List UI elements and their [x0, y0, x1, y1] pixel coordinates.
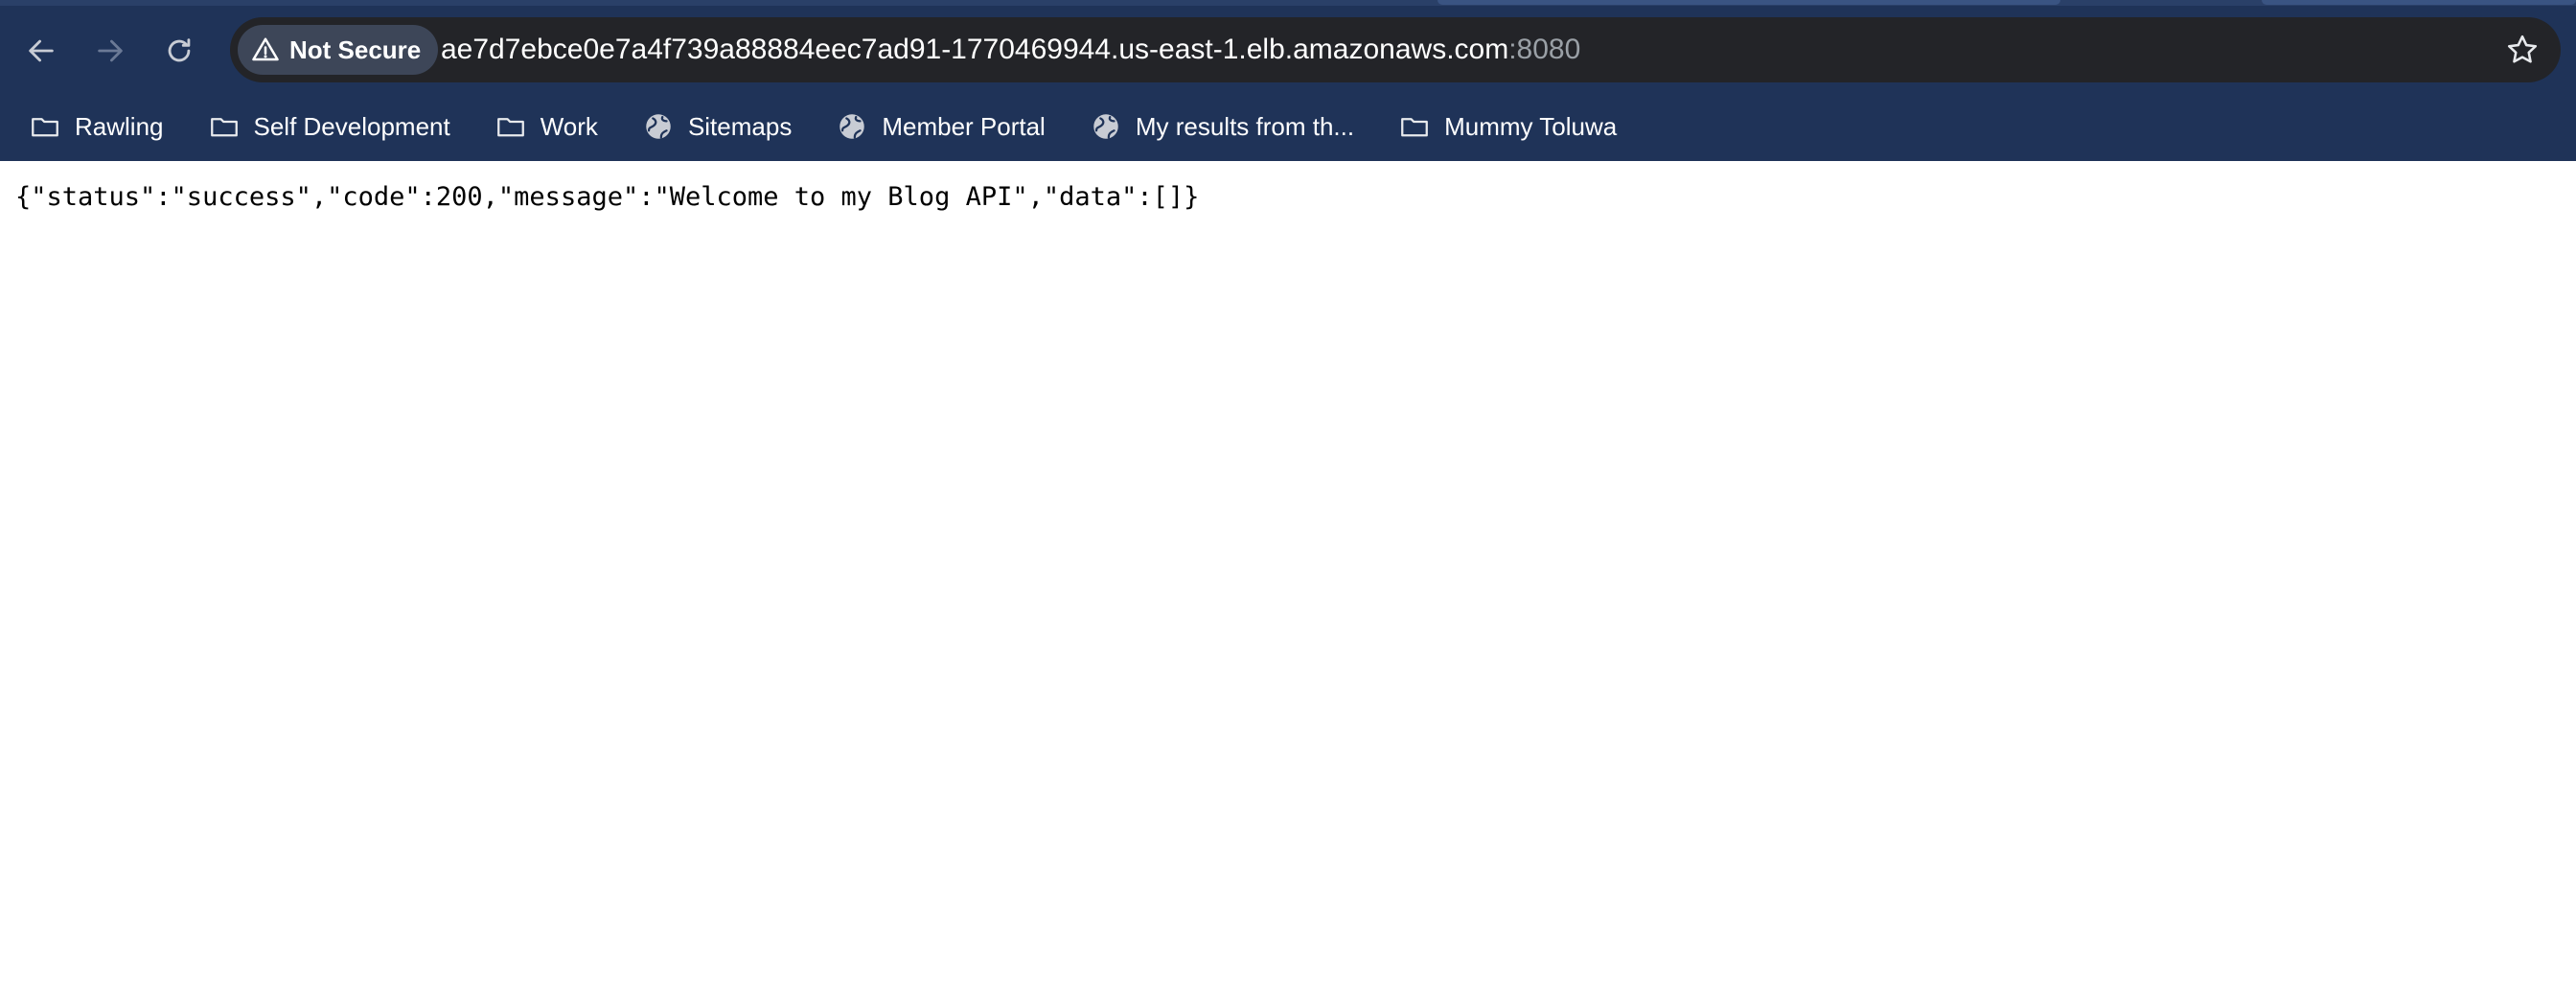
- bookmark-mummy-toluwa[interactable]: Mummy Toluwa: [1383, 102, 1632, 151]
- browser-chrome: Not Secure ae7d7ebce0e7a4f739a88884eec7a…: [0, 0, 2576, 161]
- bookmark-work[interactable]: Work: [479, 102, 613, 151]
- bookmark-label: My results from th...: [1135, 111, 1355, 141]
- reload-button[interactable]: [153, 25, 205, 77]
- globe-icon: [646, 114, 671, 139]
- arrow-left-icon: [29, 39, 54, 62]
- arrow-right-icon: [98, 39, 123, 62]
- url-host: ae7d7ebce0e7a4f739a88884eec7ad91-1770469…: [441, 34, 1509, 65]
- address-bar[interactable]: Not Secure ae7d7ebce0e7a4f739a88884eec7a…: [230, 17, 2561, 82]
- forward-button[interactable]: [84, 25, 136, 77]
- folder-icon: [1401, 118, 1428, 137]
- json-response-text: {"status":"success","code":200,"message"…: [15, 182, 1200, 212]
- back-button[interactable]: [15, 25, 67, 77]
- security-indicator[interactable]: Not Secure: [238, 25, 439, 75]
- page-content: {"status":"success","code":200,"message"…: [0, 161, 2576, 993]
- bookmark-label: Member Portal: [882, 111, 1046, 141]
- bookmarks-bar: Rawling Self Development Work Sitemaps M…: [0, 100, 2576, 153]
- url-port: :8080: [1508, 34, 1581, 65]
- bookmark-rawling[interactable]: Rawling: [13, 102, 179, 151]
- globe-icon: [840, 114, 865, 139]
- security-label: Not Secure: [289, 35, 422, 64]
- globe-icon: [1093, 114, 1118, 139]
- bookmark-label: Work: [540, 111, 598, 141]
- bookmark-self-development[interactable]: Self Development: [193, 102, 466, 151]
- bookmark-label: Self Development: [253, 111, 450, 141]
- bookmark-star-button[interactable]: [2496, 23, 2549, 77]
- bookmark-label: Rawling: [75, 111, 164, 141]
- star-icon: [2507, 35, 2538, 63]
- bookmark-label: Mummy Toluwa: [1444, 111, 1618, 141]
- toolbar: Not Secure ae7d7ebce0e7a4f739a88884eec7a…: [0, 17, 2576, 84]
- bookmark-my-results[interactable]: My results from th...: [1074, 102, 1369, 151]
- tab-edge[interactable]: [2262, 0, 2576, 5]
- warning-triangle-icon: [252, 37, 279, 61]
- url-text[interactable]: ae7d7ebce0e7a4f739a88884eec7ad91-1770469…: [441, 17, 1580, 82]
- bookmark-member-portal[interactable]: Member Portal: [820, 102, 1061, 151]
- reload-icon: [168, 38, 191, 62]
- folder-icon: [496, 118, 524, 137]
- bookmark-label: Sitemaps: [687, 111, 793, 141]
- folder-icon: [210, 118, 238, 137]
- bookmark-sitemaps[interactable]: Sitemaps: [627, 102, 807, 151]
- folder-icon: [32, 118, 58, 137]
- tab-strip: [0, 0, 2576, 6]
- tab-edge[interactable]: [1438, 0, 2060, 5]
